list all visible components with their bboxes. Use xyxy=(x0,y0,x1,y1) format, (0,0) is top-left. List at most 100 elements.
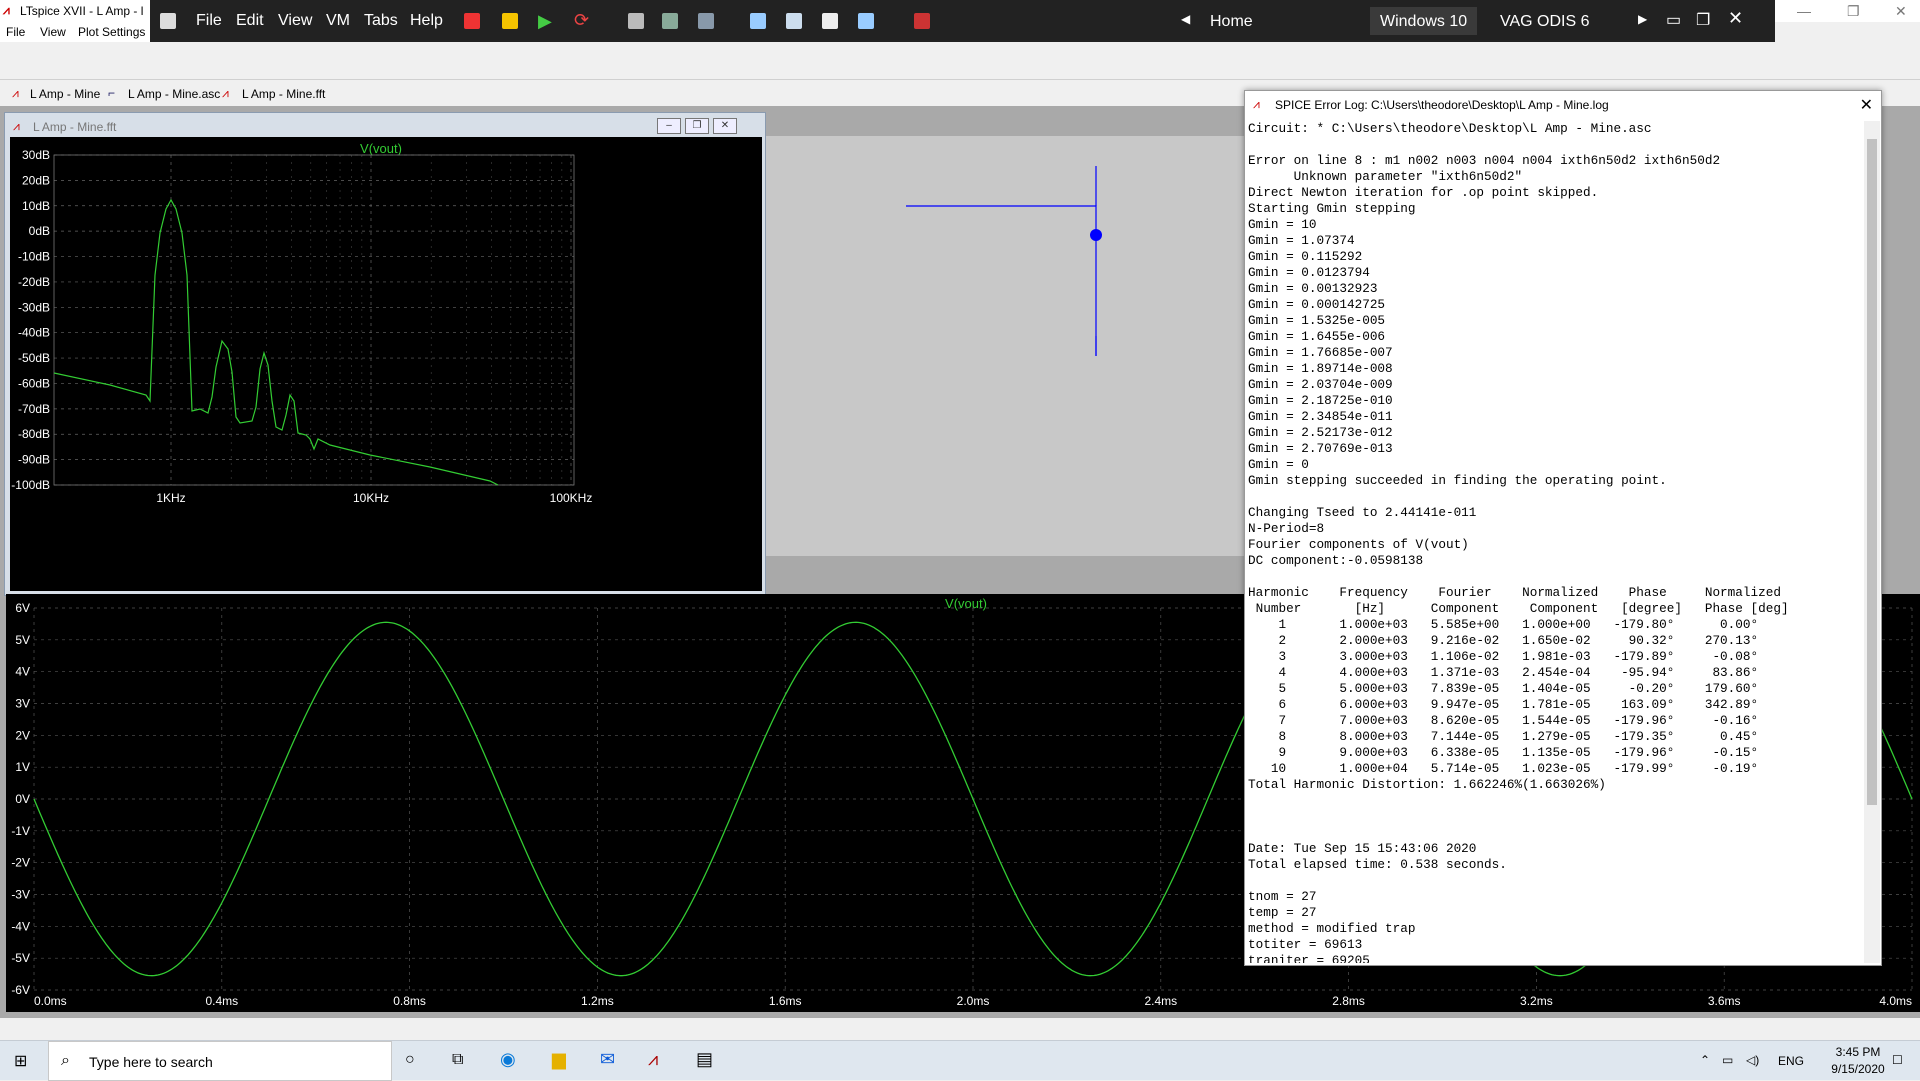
time-y-tick-label: 4V xyxy=(15,665,30,679)
fft-y-tick-label: 10dB xyxy=(22,199,50,213)
terminal-icon[interactable]: ▤ xyxy=(696,1049,713,1070)
mail-icon[interactable]: ✉ xyxy=(600,1049,615,1070)
fft-y-tick-label: 20dB xyxy=(22,173,50,187)
fft-y-tick-label: 30dB xyxy=(22,148,50,162)
view-single-icon[interactable] xyxy=(786,13,802,29)
fft-y-tick-label: -60dB xyxy=(18,376,50,390)
log-close-button[interactable]: ✕ xyxy=(1860,95,1873,115)
schematic-wires xyxy=(906,166,1102,356)
time-trace-label[interactable]: V(vout) xyxy=(945,596,987,611)
vm-app-icon[interactable] xyxy=(160,13,176,29)
time-y-tick-label: 2V xyxy=(15,728,30,742)
host-maximize-icon[interactable]: ❐ xyxy=(1847,3,1860,20)
time-y-tick-label: -5V xyxy=(11,951,30,965)
network-icon[interactable]: ▭ xyxy=(1722,1053,1733,1067)
ltspice-menubar: File View Plot Settings xyxy=(0,22,150,42)
doc-tab-fft[interactable]: L Amp - Mine.fft xyxy=(242,87,325,101)
tab-vag-odis-6[interactable]: VAG ODIS 6 xyxy=(1490,7,1600,35)
time-y-tick-label: 0V xyxy=(15,792,30,806)
fft-y-tick-label: -10dB xyxy=(18,250,50,264)
vm-menu-help[interactable]: Help xyxy=(410,12,443,30)
play-icon[interactable]: ▶ xyxy=(538,11,552,32)
close-icon[interactable]: ✕ xyxy=(1728,8,1743,29)
minimize-icon[interactable]: ▭ xyxy=(1666,10,1681,30)
spice-error-log-window[interactable]: ⩘ SPICE Error Log: C:\Users\theodore\Des… xyxy=(1244,90,1882,966)
tabs-scroll-left-icon[interactable]: ◀ xyxy=(1181,12,1190,26)
tab-windows-10[interactable]: Windows 10 xyxy=(1370,7,1478,35)
log-line: Number [Hz] Component Component [degree]… xyxy=(1248,601,1789,616)
tab-home[interactable]: Home xyxy=(1200,7,1263,35)
vm-menu-tabs[interactable]: Tabs xyxy=(364,12,398,30)
log-line: 3 3.000e+03 1.106e-02 1.981e-03 -179.89°… xyxy=(1248,649,1759,664)
volume-icon[interactable]: ◁) xyxy=(1746,1053,1759,1067)
tab-windows-10-label: Windows 10 xyxy=(1380,13,1468,30)
time-x-tick-label: 1.6ms xyxy=(769,994,802,1008)
log-line: Changing Tseed to 2.44141e-011 xyxy=(1248,505,1477,520)
fft-y-tick-label: -40dB xyxy=(18,326,50,340)
menu-plot-settings[interactable]: Plot Settings xyxy=(78,25,145,39)
fft-close-button[interactable]: ✕ xyxy=(713,118,737,134)
stop-icon[interactable] xyxy=(464,13,480,29)
menu-view[interactable]: View xyxy=(40,25,66,39)
snapshot-manager-icon[interactable] xyxy=(662,13,678,29)
view-full-icon[interactable] xyxy=(822,13,838,29)
fft-minimize-button[interactable]: – xyxy=(657,118,681,134)
clock-date[interactable]: 9/15/2020 xyxy=(1818,1062,1898,1076)
log-scrollbar-thumb[interactable] xyxy=(1867,139,1877,805)
fft-trace-label[interactable]: V(vout) xyxy=(360,141,402,156)
vm-menu-edit[interactable]: Edit xyxy=(236,12,264,30)
time-x-tick-label: 2.0ms xyxy=(957,994,990,1008)
menu-file[interactable]: File xyxy=(6,25,25,39)
log-line: Gmin = 0.0123794 xyxy=(1248,265,1370,280)
time-x-tick-label: 2.4ms xyxy=(1144,994,1177,1008)
pause-icon[interactable] xyxy=(502,13,518,29)
vm-menubar: File Edit View VM Tabs Help ▶ ⟳ ◀ Home W… xyxy=(150,0,1775,42)
log-line: 5 5.000e+03 7.839e-05 1.404e-05 -0.20° 1… xyxy=(1248,681,1759,696)
log-line: Gmin = 0.115292 xyxy=(1248,249,1363,264)
fft-restore-button[interactable]: ❐ xyxy=(685,118,709,134)
log-line: method = modified trap xyxy=(1248,921,1416,936)
ltspice-taskbar-icon[interactable]: ⩘ xyxy=(648,1049,658,1070)
log-line: Harmonic Frequency Fourier Normalized Ph… xyxy=(1248,585,1781,600)
doc-tab-schematic[interactable]: L Amp - Mine.asc xyxy=(128,87,220,101)
taskbar-search[interactable]: ⌕ Type here to search xyxy=(48,1041,392,1081)
settings-icon[interactable] xyxy=(698,13,714,29)
disconnect-icon[interactable] xyxy=(914,13,930,29)
file-explorer-icon[interactable]: ▆ xyxy=(552,1049,566,1070)
snapshot-icon[interactable] xyxy=(628,13,644,29)
tabs-scroll-right-icon[interactable]: ▶ xyxy=(1638,12,1647,26)
clock-time[interactable]: 3:45 PM xyxy=(1830,1045,1886,1059)
language-indicator[interactable]: ENG xyxy=(1778,1054,1804,1068)
time-y-tick-label: -3V xyxy=(11,888,30,902)
log-line: Total Harmonic Distortion: 1.662246%(1.6… xyxy=(1248,777,1606,792)
view-coherence-icon[interactable] xyxy=(858,13,874,29)
log-line: Gmin = 2.03704e-009 xyxy=(1248,377,1393,392)
time-y-tick-label: 3V xyxy=(15,697,30,711)
log-line: Date: Tue Sep 15 15:43:06 2020 xyxy=(1248,841,1477,856)
restore-icon[interactable]: ❐ xyxy=(1696,10,1710,30)
tray-chevron-icon[interactable]: ⌃ xyxy=(1700,1053,1710,1067)
log-text[interactable]: Circuit: * C:\Users\theodore\Desktop\L A… xyxy=(1248,121,1860,963)
fft-y-tick-label: -30dB xyxy=(18,300,50,314)
vm-menu-file[interactable]: File xyxy=(196,12,222,30)
time-x-tick-label: 4.0ms xyxy=(1879,994,1912,1008)
host-minimize-icon[interactable]: — xyxy=(1797,3,1811,19)
host-close-icon[interactable]: ✕ xyxy=(1895,3,1907,20)
restart-icon[interactable]: ⟳ xyxy=(574,10,589,31)
log-line: tnom = 27 xyxy=(1248,889,1317,904)
start-icon[interactable]: ⊞ xyxy=(14,1051,27,1071)
vm-menu-view[interactable]: View xyxy=(278,12,312,30)
log-scrollbar[interactable] xyxy=(1864,121,1880,963)
fft-plot[interactable]: V(vout) 30dB 20dB 10dB 0dB -10dB -20dB -30dB -4… xyxy=(10,137,762,591)
vm-menu-vm[interactable]: VM xyxy=(326,12,350,30)
view-window-icon[interactable] xyxy=(750,13,766,29)
schematic-window[interactable] xyxy=(766,136,1250,556)
notifications-icon[interactable]: ☐ xyxy=(1892,1053,1903,1067)
edge-icon[interactable]: ◉ xyxy=(500,1049,516,1070)
doc-tab-waveform[interactable]: L Amp - Mine xyxy=(30,87,100,101)
log-line: Gmin = 2.18725e-010 xyxy=(1248,393,1393,408)
task-view-icon[interactable]: ⧉ xyxy=(452,1051,463,1069)
cortana-icon[interactable]: ○ xyxy=(405,1051,415,1069)
log-line: Gmin = 1.5325e-005 xyxy=(1248,313,1386,328)
